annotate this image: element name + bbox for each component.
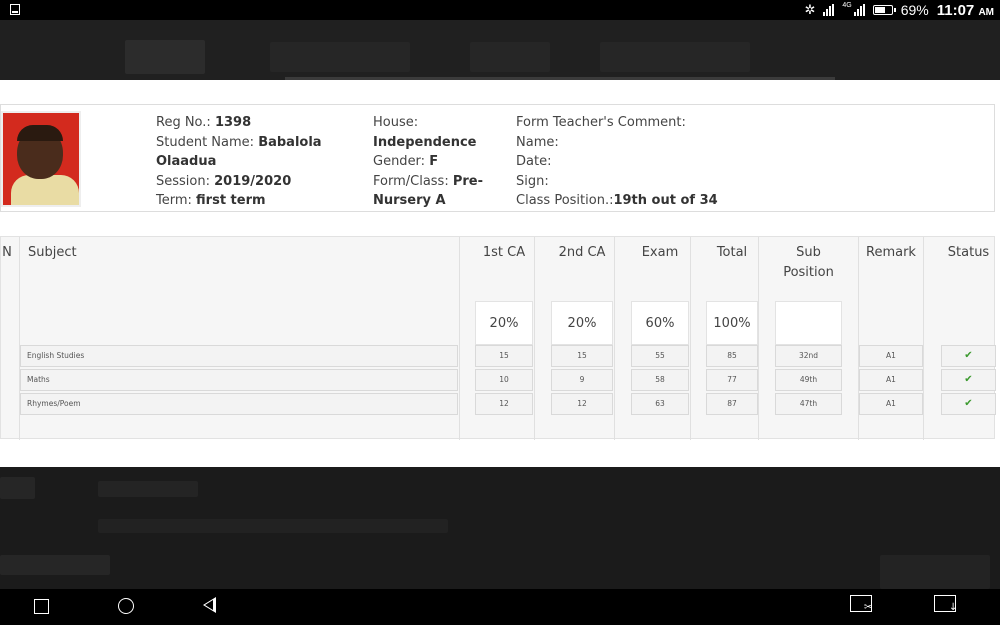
dimmed-menu-block-2 (270, 42, 410, 72)
row-1-1st-ca: 15 (475, 345, 533, 367)
row-2-1st-ca: 10 (475, 369, 533, 391)
triangle-back-icon[interactable] (203, 597, 216, 613)
row-1-2nd-ca: 15 (551, 345, 613, 367)
dimmed-footer-block-4 (0, 555, 110, 575)
header-2nd-ca: 2nd CA (558, 245, 606, 260)
gender-line: Gender: F (373, 154, 439, 170)
android-status-bar: ✲ 4G 69% 11:07 AM (0, 0, 1000, 20)
weight-exam: 60% (631, 301, 689, 345)
row-3-1st-ca: 12 (475, 393, 533, 415)
screenshot-scroll-icon[interactable]: ↓ (934, 595, 957, 613)
dimmed-footer-block-2 (98, 481, 198, 497)
weight-2nd-ca: 20% (551, 301, 613, 345)
row-3-total: 87 (706, 393, 758, 415)
dimmed-menu-block-3 (470, 42, 550, 72)
row-1-status: ✔ (941, 345, 996, 367)
battery-icon (872, 5, 896, 15)
row-1-total: 85 (706, 345, 758, 367)
row-2-status: ✔ (941, 369, 996, 391)
row-3-2nd-ca: 12 (551, 393, 613, 415)
sign-label: Sign: (516, 173, 549, 189)
row-2-position: 49th (775, 369, 842, 391)
row-2-2nd-ca: 9 (551, 369, 613, 391)
circle-icon[interactable] (118, 598, 134, 614)
row-2-subject: Maths (20, 369, 458, 391)
status-right-group: ✲ 4G 69% 11:07 AM (804, 0, 994, 20)
row-3-subject: Rhymes/Poem (20, 393, 458, 415)
dimmed-menu-block-4 (600, 42, 750, 72)
class-line: Form/Class: Pre- (373, 173, 484, 189)
row-3-position: 47th (775, 393, 842, 415)
dimmed-footer-button (880, 555, 990, 589)
class-position-line: Class Position.:19th out of 34 (516, 193, 718, 209)
dimmed-footer-block-3 (98, 519, 448, 533)
dimmed-page-header (0, 20, 1000, 80)
grades-table: N Subject 1st CA 2nd CA Exam Total Sub Po… (0, 236, 996, 440)
header-total: Total (716, 245, 748, 260)
header-exam: Exam (641, 245, 679, 260)
house-details-column: House: Independence Gender: F Form/Class… (373, 113, 513, 211)
signal-icon (823, 4, 835, 16)
header-1st-ca: 1st CA (482, 245, 526, 260)
weight-1st-ca: 20% (475, 301, 533, 345)
row-2-exam: 58 (631, 369, 689, 391)
row-3-exam: 63 (631, 393, 689, 415)
session-line: Session: 2019/2020 (156, 173, 292, 189)
comment-column: Form Teacher's Comment: Name: Date: Sign… (516, 113, 816, 211)
student-photo (1, 111, 81, 207)
check-icon: ✔ (964, 374, 973, 385)
weight-sub-position-blank (775, 301, 842, 345)
header-sub-position: Sub Position (783, 245, 834, 280)
house-value: Independence (373, 134, 477, 150)
row-1-exam: 55 (631, 345, 689, 367)
header-remark: Remark (866, 245, 916, 260)
square-icon[interactable] (34, 599, 49, 614)
header-sn: N (2, 245, 12, 260)
clock-time: 11:07 AM (936, 1, 994, 19)
teacher-name-label: Name: (516, 134, 559, 150)
row-1-remark: A1 (859, 345, 923, 367)
student-info-panel: Reg No.: 1398 Student Name: Babalola Ola… (0, 104, 995, 212)
screenshot-crop-icon[interactable]: ✂ (850, 595, 872, 613)
student-details-column: Reg No.: 1398 Student Name: Babalola Ola… (156, 113, 366, 211)
android-navigation-bar: ✂ ↓ (0, 589, 1000, 625)
debug-icon: ✲ (804, 2, 816, 17)
comment-label: Form Teacher's Comment: (516, 115, 686, 130)
row-1-subject: English Studies (20, 345, 458, 367)
student-name-cont: Olaadua (156, 154, 217, 170)
network-type-label: 4G (842, 1, 852, 9)
header-subject: Subject (28, 245, 77, 260)
result-sheet-card: Reg No.: 1398 Student Name: Babalola Ola… (0, 80, 1000, 467)
dimmed-page-footer (0, 467, 1000, 589)
date-label: Date: (516, 154, 552, 170)
dimmed-menu-block (125, 40, 205, 74)
row-2-total: 77 (706, 369, 758, 391)
check-icon: ✔ (964, 398, 973, 409)
row-1-position: 32nd (775, 345, 842, 367)
row-2-remark: A1 (859, 369, 923, 391)
house-label: House: (373, 115, 419, 130)
battery-percent: 69% (900, 2, 929, 18)
weight-total: 100% (706, 301, 758, 345)
check-icon: ✔ (964, 350, 973, 361)
student-name-line: Student Name: Babalola (156, 134, 322, 150)
header-status: Status (947, 245, 990, 260)
notification-image-icon (10, 4, 20, 15)
reg-no-line: Reg No.: 1398 (156, 115, 252, 130)
row-3-remark: A1 (859, 393, 923, 415)
dimmed-footer-block (0, 477, 35, 499)
class-cont: Nursery A (373, 193, 446, 209)
signal-icon-2 (853, 4, 865, 16)
row-3-status: ✔ (941, 393, 996, 415)
term-line: Term: first term (156, 193, 266, 209)
